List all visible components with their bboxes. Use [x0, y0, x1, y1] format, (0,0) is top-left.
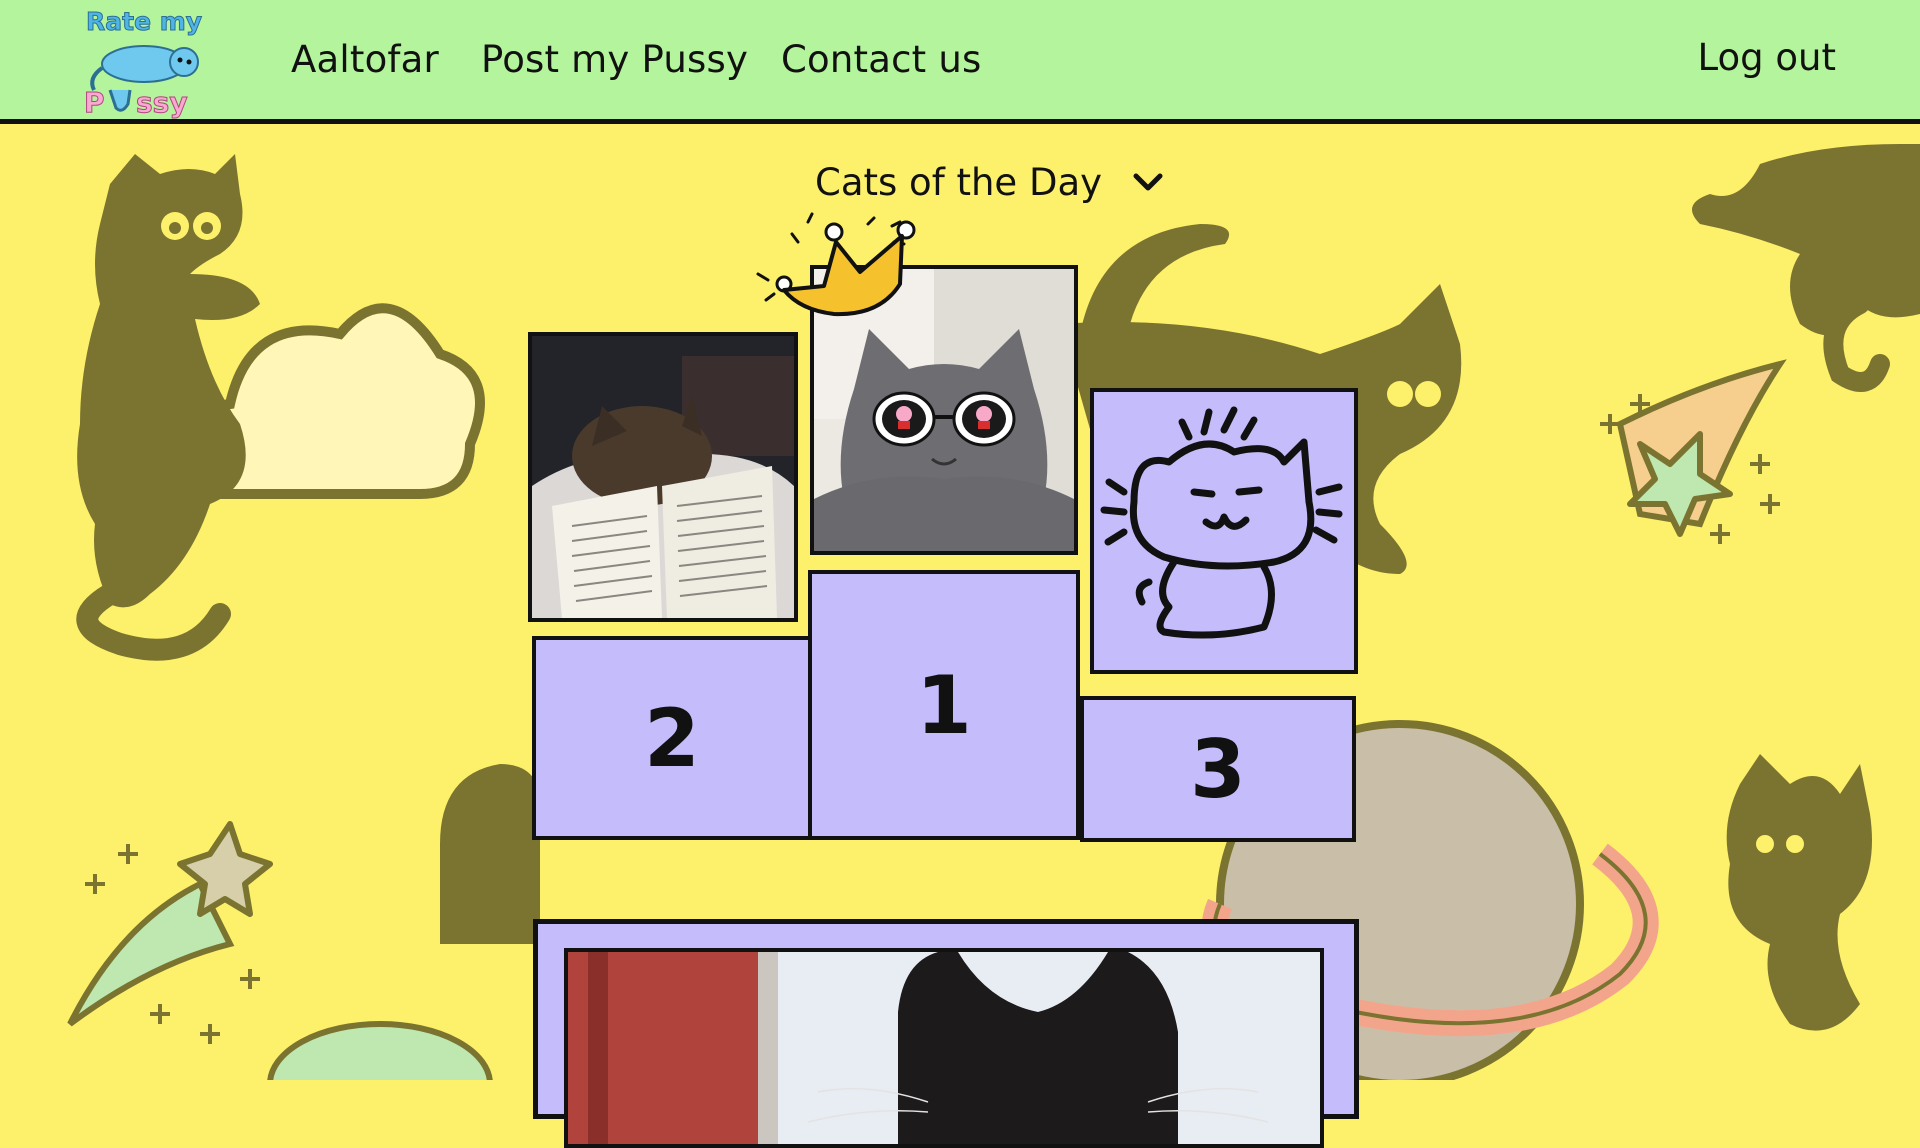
podium-photo-3rd[interactable]: [1090, 388, 1358, 674]
nav-link-post-my-pussy[interactable]: Post my Pussy: [481, 38, 748, 81]
podium-step-third: 3: [1080, 696, 1356, 842]
nav-link-aaltofar[interactable]: Aaltofar: [291, 38, 439, 81]
cat-silhouette-icon: [440, 764, 540, 944]
podium-step-second: 2: [532, 636, 812, 840]
podium-photo-2nd[interactable]: [528, 332, 798, 622]
dropdown-selected-label: Cats of the Day: [815, 160, 1103, 204]
crown-icon: [756, 212, 916, 317]
featured-cat-photo[interactable]: [564, 948, 1324, 1148]
shooting-star-icon: [1616, 359, 1787, 537]
logout-button[interactable]: Log out: [1698, 36, 1836, 79]
category-dropdown[interactable]: Cats of the Day: [815, 156, 1164, 208]
rank-label-3: 3: [1190, 722, 1246, 816]
rank-label-2: 2: [644, 691, 700, 785]
logo-text-bottom: ssy: [136, 86, 188, 119]
logo-text-top: Rate my: [86, 7, 202, 36]
podium-step-first: 1: [808, 570, 1080, 840]
top-navigation-bar: Rate my P ssy Aaltofar Post my Pussy Con…: [0, 0, 1920, 124]
cat-doodle-icon: [1094, 392, 1354, 670]
rank-label-1: 1: [916, 658, 972, 752]
site-logo[interactable]: Rate my P ssy: [80, 4, 212, 122]
chevron-down-icon[interactable]: [1132, 170, 1164, 194]
nav-link-contact-us[interactable]: Contact us: [781, 38, 981, 81]
planet-icon: [267, 1021, 493, 1080]
cat-silhouette-icon: [1726, 754, 1872, 1031]
photo-black-cat-snow: [568, 952, 1320, 1144]
logo-letter-p: P: [84, 86, 105, 119]
cat-silhouette-icon: [1692, 144, 1920, 392]
shooting-star-icon: [67, 821, 273, 1027]
photo-tortoiseshell-cat-book: [532, 336, 794, 618]
featured-cat-card[interactable]: [533, 919, 1359, 1148]
